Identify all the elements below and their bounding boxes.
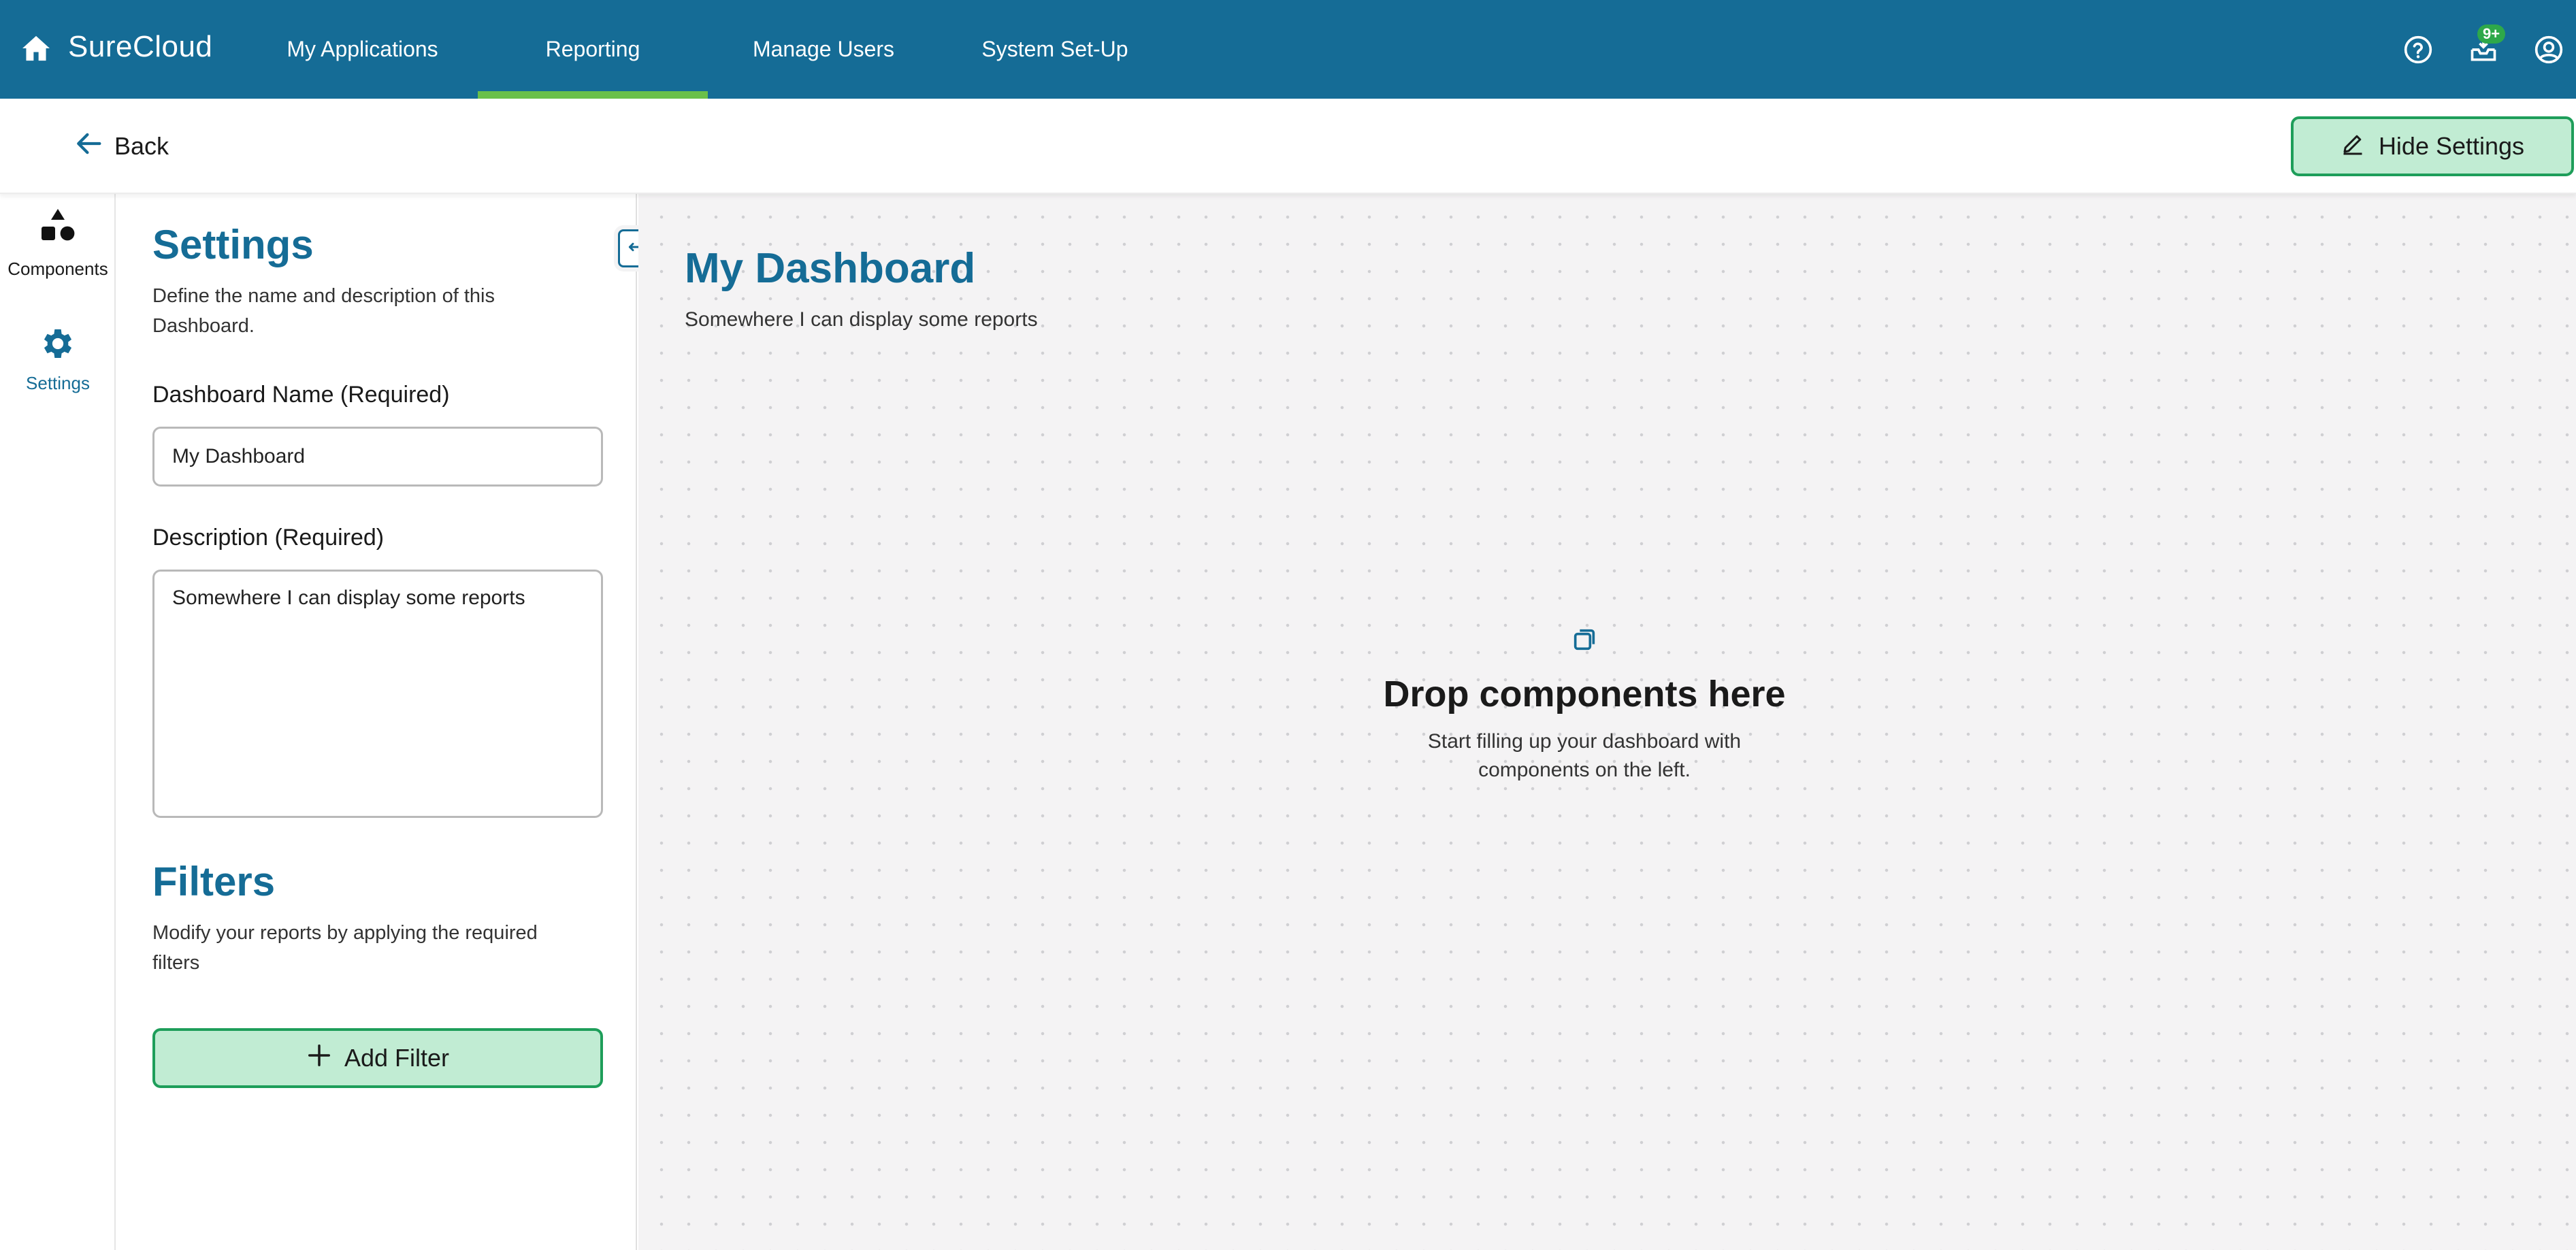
component-rail: Components Settings	[0, 194, 116, 1250]
brand-logo[interactable]: SureCloud	[68, 30, 212, 64]
drop-zone-subtitle: Start filling up your dashboard with com…	[1427, 730, 1742, 781]
filters-description: Modify your reports by applying the requ…	[152, 922, 538, 974]
account-icon[interactable]	[2533, 34, 2564, 65]
rail-label-settings: Settings	[26, 373, 90, 393]
hide-settings-label: Hide Settings	[2378, 132, 2525, 160]
rail-label-components: Components	[7, 259, 108, 279]
components-icon	[36, 208, 80, 252]
plus-icon	[306, 1042, 332, 1074]
settings-description: Define the name and description of this …	[152, 285, 495, 337]
pencil-icon	[2341, 131, 2365, 162]
description-label: Description (Required)	[152, 525, 385, 550]
arrow-left-icon	[75, 131, 102, 162]
copy-icon	[1571, 626, 1598, 657]
toolbar: Back Hide Settings	[0, 99, 2576, 194]
hide-settings-button[interactable]: Hide Settings	[2291, 116, 2574, 176]
add-filter-label: Add Filter	[344, 1044, 450, 1072]
settings-panel: Settings Define the name and description…	[117, 194, 656, 1250]
description-textarea[interactable]: Somewhere I can display some reports	[152, 570, 603, 818]
back-label: Back	[114, 132, 169, 160]
back-button[interactable]: Back	[75, 126, 169, 167]
dashboard-name-input[interactable]	[152, 427, 603, 487]
top-navigation-bar: SureCloud My Applications Reporting Mana…	[0, 0, 2576, 99]
gear-icon	[39, 325, 77, 366]
dashboard-name-label: Dashboard Name (Required)	[152, 382, 450, 408]
add-filter-button[interactable]: Add Filter	[152, 1028, 603, 1088]
dashboard-title: My Dashboard	[685, 245, 976, 292]
nav-my-applications[interactable]: My Applications	[269, 0, 456, 99]
notification-badge: 9+	[2477, 24, 2506, 44]
drop-zone-title: Drop components here	[1383, 674, 1786, 714]
help-icon[interactable]	[2402, 34, 2434, 65]
filters-title: Filters	[152, 859, 276, 904]
rail-item-settings[interactable]: Settings	[0, 325, 116, 394]
rail-item-components[interactable]: Components	[0, 208, 116, 280]
dashboard-canvas[interactable]: My Dashboard Somewhere I can display som…	[638, 194, 2576, 1250]
nav-reporting[interactable]: Reporting	[478, 0, 708, 99]
drop-zone[interactable]: Drop components here Start filling up yo…	[1319, 626, 1850, 785]
settings-title: Settings	[152, 222, 314, 267]
nav-manage-users[interactable]: Manage Users	[735, 0, 912, 99]
nav-system-set-up[interactable]: System Set-Up	[966, 0, 1143, 99]
home-icon[interactable]	[20, 33, 52, 64]
dashboard-description: Somewhere I can display some reports	[685, 308, 1038, 331]
